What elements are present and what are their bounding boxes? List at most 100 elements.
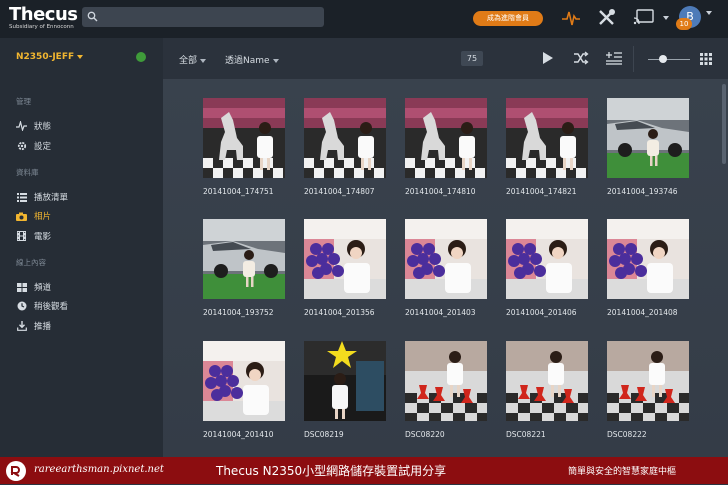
server-name: N2350-JEFF <box>16 52 75 62</box>
sidebar-item-label: 設定 <box>34 142 52 152</box>
sidebar-item-label: 播放清單 <box>34 193 69 203</box>
chevron-down-icon <box>272 58 279 63</box>
article-slogan: 簡單與安全的智慧家庭中樞 <box>568 467 677 477</box>
play-icon[interactable] <box>542 51 554 65</box>
article-title: Thecus N2350小型網路儲存裝置試用分享 <box>216 464 447 478</box>
secure-lock-icon <box>136 52 146 62</box>
thumbnail-size-slider[interactable] <box>648 59 690 60</box>
sidebar-item-push[interactable]: 推播 <box>16 319 156 333</box>
sidebar-item-label: 稍後觀看 <box>34 302 69 312</box>
photo-label[interactable]: DSC08221 <box>506 430 546 439</box>
photo-thumbnail[interactable] <box>304 219 386 299</box>
film-icon <box>16 231 27 241</box>
photo-image <box>607 341 689 421</box>
photo-thumbnail[interactable] <box>607 219 689 299</box>
add-to-playlist-icon[interactable] <box>606 51 622 65</box>
photo-image <box>506 219 588 299</box>
photo-thumbnail[interactable] <box>506 341 588 421</box>
photo-label[interactable]: 20141004_193746 <box>607 187 678 196</box>
chevron-down-icon <box>200 58 207 63</box>
photo-label[interactable]: 20141004_201410 <box>203 430 274 439</box>
section-management: 管理 <box>16 97 31 106</box>
slider-handle[interactable] <box>659 55 667 63</box>
photo-label[interactable]: 20141004_201406 <box>506 308 577 317</box>
photo-image <box>405 98 487 178</box>
content-scrollbar[interactable] <box>722 84 726 164</box>
sidebar-item-label: 相片 <box>34 212 52 222</box>
section-library: 資料庫 <box>16 168 39 177</box>
download-icon <box>16 321 27 331</box>
photo-image <box>506 98 588 178</box>
photo-image <box>607 219 689 299</box>
photo-label[interactable]: DSC08220 <box>405 430 445 439</box>
sidebar: N2350-JEFF 管理 狀態 設定 資料庫 播放清單 相片 電影 線上內容 … <box>0 38 163 457</box>
photo-label[interactable]: 20141004_174821 <box>506 187 577 196</box>
activity-monitor-icon[interactable] <box>561 8 581 28</box>
blog-logo-icon <box>6 461 26 481</box>
photo-thumbnail[interactable] <box>203 341 285 421</box>
activity-icon <box>16 121 27 131</box>
photo-label[interactable]: 20141004_174810 <box>405 187 476 196</box>
sidebar-item-playlist[interactable]: 播放清單 <box>16 190 156 204</box>
top-bar: Thecus Subsidiary of Ennoconn 成為進階會員 B 1… <box>0 0 728 38</box>
photo-image <box>607 98 689 178</box>
content-toolbar: 全部 透過Name 75 <box>163 38 728 80</box>
photo-thumbnail[interactable] <box>304 98 386 178</box>
shuffle-icon[interactable] <box>573 51 589 65</box>
photo-thumbnail[interactable] <box>506 219 588 299</box>
camera-icon <box>16 211 27 221</box>
photo-label[interactable]: 20141004_201403 <box>405 308 476 317</box>
sidebar-item-label: 電影 <box>34 232 52 242</box>
photo-label[interactable]: 20141004_201356 <box>304 308 375 317</box>
photo-image <box>304 341 386 421</box>
sidebar-item-movies[interactable]: 電影 <box>16 229 156 243</box>
server-selector[interactable]: N2350-JEFF <box>16 52 84 62</box>
filter-dropdown[interactable]: 全部 <box>179 53 207 66</box>
notification-count-badge: 10 <box>676 18 692 30</box>
tools-icon[interactable] <box>597 8 616 27</box>
item-count-badge: 75 <box>461 51 483 66</box>
list-icon <box>16 192 27 202</box>
grid-view-icon[interactable] <box>700 53 712 65</box>
photo-label[interactable]: 20141004_174807 <box>304 187 375 196</box>
photo-thumbnail[interactable] <box>506 98 588 178</box>
sidebar-item-channels[interactable]: 頻道 <box>16 280 156 294</box>
sort-label: 透過Name <box>225 56 270 66</box>
logo-text: Thecus <box>9 4 78 25</box>
search-input[interactable] <box>82 7 324 27</box>
photo-image <box>506 341 588 421</box>
photo-image <box>304 98 386 178</box>
blog-url: rareearthsman.pixnet.net <box>34 464 164 475</box>
sidebar-item-label: 狀態 <box>34 122 52 132</box>
sidebar-item-settings[interactable]: 設定 <box>16 139 156 153</box>
sidebar-item-photos[interactable]: 相片 <box>16 209 156 223</box>
photo-thumbnail[interactable] <box>304 341 386 421</box>
cast-dropdown-caret[interactable] <box>663 16 669 20</box>
photo-image <box>405 341 487 421</box>
thecus-logo[interactable]: Thecus Subsidiary of Ennoconn <box>9 5 81 33</box>
photo-thumbnail[interactable] <box>405 341 487 421</box>
sidebar-item-watch-later[interactable]: 稍後觀看 <box>16 299 156 313</box>
logo-subtitle: Subsidiary of Ennoconn <box>9 24 74 30</box>
sidebar-item-status[interactable]: 狀態 <box>16 119 156 133</box>
cast-icon[interactable] <box>633 8 655 26</box>
photo-thumbnail[interactable] <box>607 98 689 178</box>
photo-thumbnail[interactable] <box>405 219 487 299</box>
photo-thumbnail[interactable] <box>405 98 487 178</box>
upgrade-member-button[interactable]: 成為進階會員 <box>473 11 543 26</box>
gear-icon <box>16 141 27 151</box>
toolbar-divider <box>633 46 634 72</box>
grid-icon <box>16 282 27 292</box>
user-menu-caret[interactable] <box>706 11 712 15</box>
photo-label[interactable]: 20141004_174751 <box>203 187 274 196</box>
sort-dropdown[interactable]: 透過Name <box>225 53 279 66</box>
photo-label[interactable]: 20141004_193752 <box>203 308 274 317</box>
photo-label[interactable]: DSC08219 <box>304 430 344 439</box>
photo-label[interactable]: DSC08222 <box>607 430 647 439</box>
photo-label[interactable]: 20141004_201408 <box>607 308 678 317</box>
photo-image <box>203 341 285 421</box>
clock-icon <box>16 301 27 311</box>
photo-thumbnail[interactable] <box>203 219 285 299</box>
photo-thumbnail[interactable] <box>203 98 285 178</box>
photo-thumbnail[interactable] <box>607 341 689 421</box>
